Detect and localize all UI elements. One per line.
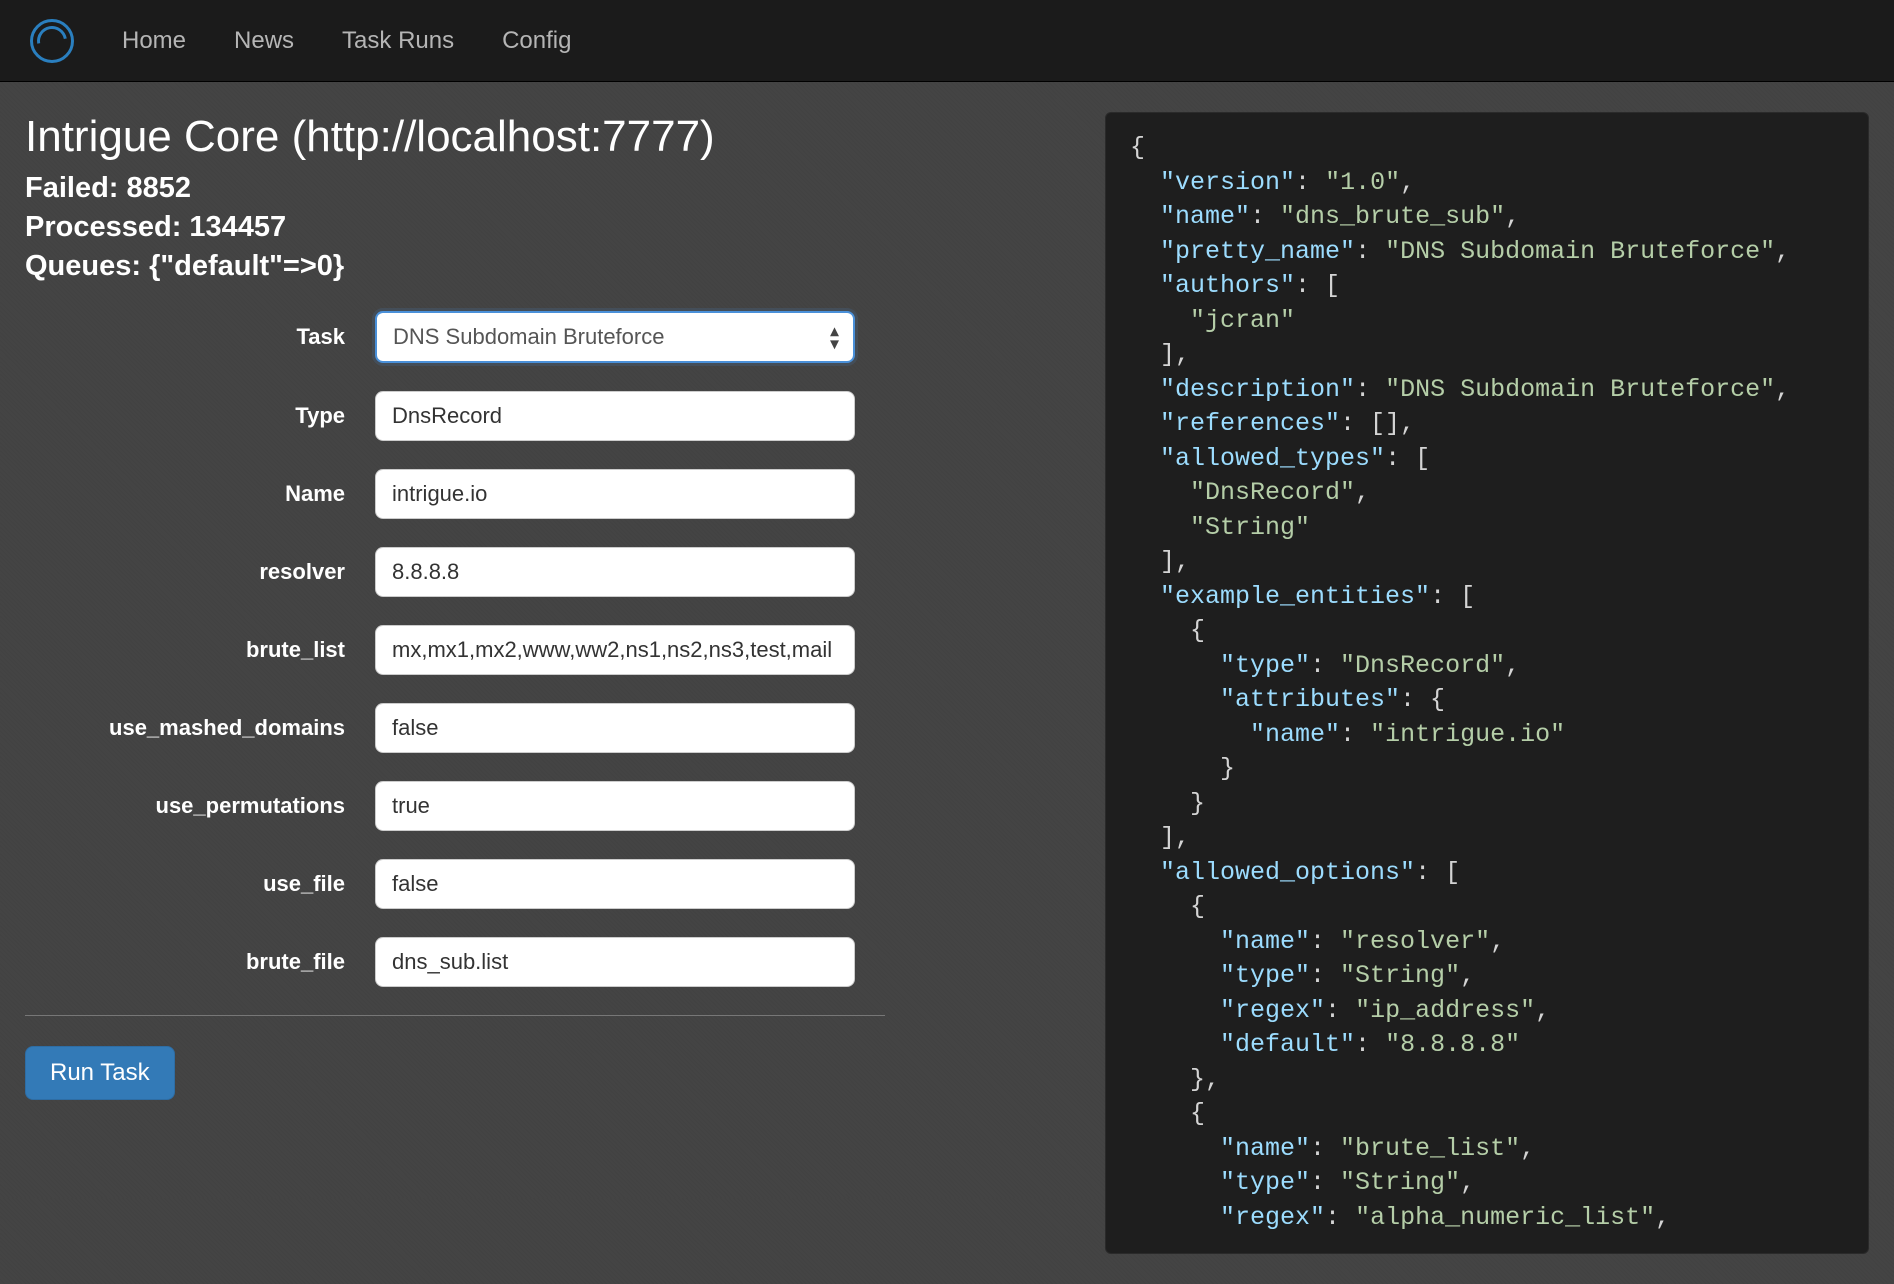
chevron-updown-icon: ▴▾: [830, 324, 839, 349]
brute-list-input[interactable]: [375, 625, 855, 675]
task-select-value: DNS Subdomain Bruteforce: [393, 324, 664, 350]
label-use-mashed-domains: use_mashed_domains: [25, 715, 375, 741]
json-panel: { "version": "1.0", "name": "dns_brute_s…: [1105, 112, 1869, 1254]
stat-failed: Failed: 8852: [25, 172, 1095, 205]
nav-home[interactable]: Home: [122, 27, 186, 55]
label-brute-file: brute_file: [25, 949, 375, 975]
label-task: Task: [25, 324, 375, 350]
nav-news[interactable]: News: [234, 27, 294, 55]
label-use-permutations: use_permutations: [25, 793, 375, 819]
page-title: Intrigue Core (http://localhost:7777): [25, 112, 1095, 162]
task-form: Task DNS Subdomain Bruteforce ▴▾ Type Na…: [25, 311, 1095, 1100]
app-logo-icon[interactable]: [30, 19, 74, 63]
brute-file-input[interactable]: [375, 937, 855, 987]
label-type: Type: [25, 403, 375, 429]
type-input[interactable]: [375, 391, 855, 441]
use-file-input[interactable]: [375, 859, 855, 909]
nav-config[interactable]: Config: [502, 27, 571, 55]
label-resolver: resolver: [25, 559, 375, 585]
nav-taskruns[interactable]: Task Runs: [342, 27, 454, 55]
name-input[interactable]: [375, 469, 855, 519]
task-select[interactable]: DNS Subdomain Bruteforce ▴▾: [375, 311, 855, 363]
stat-queues: Queues: {"default"=>0}: [25, 250, 1095, 283]
run-task-button[interactable]: Run Task: [25, 1046, 175, 1100]
label-use-file: use_file: [25, 871, 375, 897]
resolver-input[interactable]: [375, 547, 855, 597]
stat-processed: Processed: 134457: [25, 211, 1095, 244]
navbar: Home News Task Runs Config: [0, 0, 1894, 82]
use-mashed-domains-input[interactable]: [375, 703, 855, 753]
use-permutations-input[interactable]: [375, 781, 855, 831]
label-brute-list: brute_list: [25, 637, 375, 663]
divider: [25, 1015, 885, 1016]
label-name: Name: [25, 481, 375, 507]
